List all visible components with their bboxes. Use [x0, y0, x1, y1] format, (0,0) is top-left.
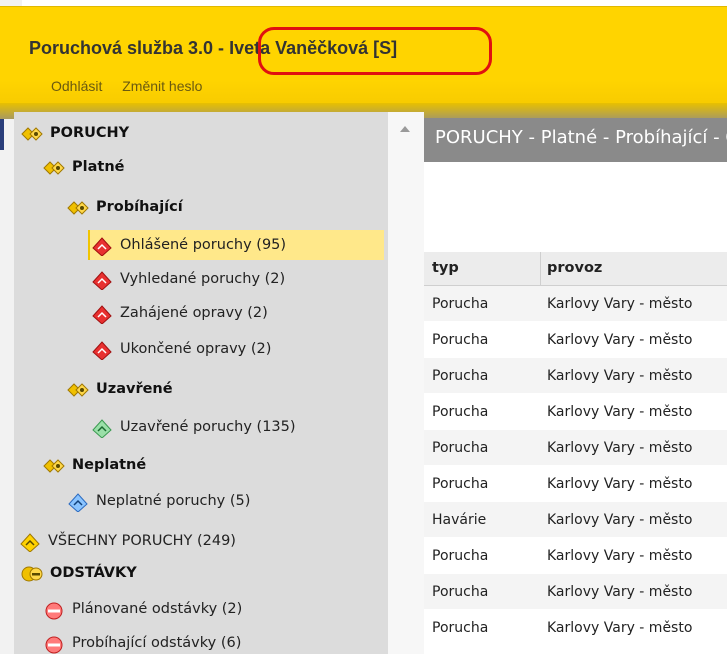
- table-row[interactable]: Porucha Karlovy Vary - město: [424, 466, 727, 502]
- table-row[interactable]: Porucha Karlovy Vary - město: [424, 610, 727, 646]
- cell-typ: Porucha: [432, 439, 489, 456]
- tree-item-vyhledane-poruchy[interactable]: Vyhledané poruchy (2): [90, 264, 285, 294]
- tree-label: Uzavřené poruchy (135): [120, 419, 296, 435]
- tree-item-probihajici[interactable]: Probíhající: [66, 192, 183, 222]
- table-header: typ provoz: [424, 252, 727, 286]
- table-row[interactable]: Porucha Karlovy Vary - město: [424, 358, 727, 394]
- user-highlight-annotation: [258, 27, 492, 75]
- table-row[interactable]: Porucha Karlovy Vary - město: [424, 286, 727, 322]
- cell-typ: Porucha: [432, 619, 489, 636]
- tree-label: Plánované odstávky (2): [72, 601, 243, 617]
- app-title: Poruchová služba 3.0 -: [29, 38, 230, 58]
- table-row[interactable]: Porucha Karlovy Vary - město: [424, 538, 727, 574]
- tree-item-neplatne-poruchy[interactable]: Neplatné poruchy (5): [66, 486, 250, 516]
- tree-label: Platné: [72, 159, 125, 175]
- green-diamond-icon: [90, 416, 116, 438]
- cell-typ: Porucha: [432, 295, 489, 312]
- tree-item-uzavrene-poruchy[interactable]: Uzavřené poruchy (135): [90, 412, 296, 442]
- table-body: Porucha Karlovy Vary - město Porucha Karlo…: [424, 286, 727, 646]
- cell-provoz: Karlovy Vary - město: [547, 367, 693, 384]
- tree-label: Probíhající: [96, 199, 183, 215]
- tree-label: Probíhající odstávky (6): [72, 635, 242, 651]
- sidebar-scrollbar[interactable]: [388, 112, 424, 654]
- app-header: Poruchová služba 3.0 - Iveta Vaněčková […: [0, 6, 727, 119]
- tree-item-ohlasene-poruchy[interactable]: Ohlášené poruchy (95): [88, 230, 384, 260]
- tree-label: VŠECHNY PORUCHY (249): [48, 533, 236, 549]
- tree-label: Neplatné poruchy (5): [96, 493, 251, 509]
- cell-typ: Porucha: [432, 547, 489, 564]
- gear-diamond-icon: [66, 196, 92, 218]
- tree-label: Neplatné: [72, 457, 147, 473]
- cell-provoz: Karlovy Vary - město: [547, 439, 693, 456]
- scroll-up-icon[interactable]: [400, 126, 410, 132]
- tree-item-odstavky[interactable]: ODSTÁVKY: [20, 558, 137, 588]
- blue-diamond-icon: [66, 490, 92, 512]
- cell-provoz: Karlovy Vary - město: [547, 403, 693, 420]
- tree-label: Vyhledané poruchy (2): [120, 271, 286, 287]
- table-row[interactable]: Porucha Karlovy Vary - město: [424, 574, 727, 610]
- change-password-link[interactable]: Změnit heslo: [122, 78, 202, 94]
- tree-item-probihajici-odstavky[interactable]: Probíhající odstávky (6): [42, 628, 241, 654]
- yellow-diamond-icon: [18, 530, 44, 552]
- tree-item-planovane-odstavky[interactable]: Plánované odstávky (2): [42, 594, 242, 624]
- gear-circles-icon: [20, 562, 46, 584]
- cell-provoz: Karlovy Vary - město: [547, 295, 693, 312]
- cell-provoz: Karlovy Vary - město: [547, 583, 693, 600]
- content-title: PORUCHY - Platné - Probíhající - Ohlášen…: [424, 118, 727, 162]
- cell-provoz: Karlovy Vary - město: [547, 619, 693, 636]
- cell-provoz: Karlovy Vary - město: [547, 511, 693, 528]
- gear-diamond-icon: [20, 122, 46, 144]
- tree-item-platne[interactable]: Platné: [42, 152, 124, 182]
- table-row[interactable]: Porucha Karlovy Vary - město: [424, 322, 727, 358]
- cell-typ: Porucha: [432, 367, 489, 384]
- tree-label: Ohlášené poruchy (95): [120, 237, 287, 253]
- cell-typ: Porucha: [432, 583, 489, 600]
- cell-typ: Porucha: [432, 475, 489, 492]
- red-diamond-icon: [90, 302, 116, 324]
- cell-typ: Porucha: [432, 331, 489, 348]
- column-header-typ[interactable]: typ: [424, 252, 540, 285]
- no-entry-icon: [42, 632, 68, 654]
- gear-diamond-icon: [42, 454, 68, 476]
- no-entry-icon: [42, 598, 68, 620]
- tree-item-vsechny-poruchy[interactable]: VŠECHNY PORUCHY (249): [18, 526, 236, 556]
- table-row[interactable]: Porucha Karlovy Vary - město: [424, 394, 727, 430]
- table-row[interactable]: Havárie Karlovy Vary - město: [424, 502, 727, 538]
- gear-diamond-icon: [66, 378, 92, 400]
- cell-provoz: Karlovy Vary - město: [547, 475, 693, 492]
- tree-item-uzavrene[interactable]: Uzavřené: [66, 374, 173, 404]
- cell-provoz: Karlovy Vary - město: [547, 547, 693, 564]
- table-row[interactable]: Porucha Karlovy Vary - město: [424, 430, 727, 466]
- red-diamond-icon: [90, 234, 116, 256]
- tree-label: Ukončené opravy (2): [120, 341, 272, 357]
- red-diamond-icon: [90, 268, 116, 290]
- faults-table: typ provoz Porucha Karlovy Vary - město P…: [424, 252, 727, 646]
- red-diamond-icon: [90, 338, 116, 360]
- tree-item-neplatne[interactable]: Neplatné: [42, 450, 146, 480]
- tree-item-ukoncene-opravy[interactable]: Ukončené opravy (2): [90, 334, 271, 364]
- gear-diamond-icon: [42, 156, 68, 178]
- tree-label: Zahájené opravy (2): [120, 305, 268, 321]
- header-links: Odhlásit Změnit heslo: [51, 78, 218, 94]
- tree-label: ODSTÁVKY: [50, 565, 137, 581]
- logout-link[interactable]: Odhlásit: [51, 78, 102, 94]
- tree-item-poruchy[interactable]: PORUCHY: [20, 118, 129, 148]
- column-header-provoz[interactable]: provoz: [540, 252, 727, 285]
- tree-label: Uzavřené: [96, 381, 173, 397]
- cell-typ: Porucha: [432, 403, 489, 420]
- cell-typ: Havárie: [432, 511, 487, 528]
- cell-provoz: Karlovy Vary - město: [547, 331, 693, 348]
- sidebar-tree: PORUCHY Platné Probíhající Ohlášené poru…: [14, 112, 388, 654]
- tree-item-zahajene-opravy[interactable]: Zahájené opravy (2): [90, 298, 268, 328]
- tree-label: PORUCHY: [50, 125, 130, 141]
